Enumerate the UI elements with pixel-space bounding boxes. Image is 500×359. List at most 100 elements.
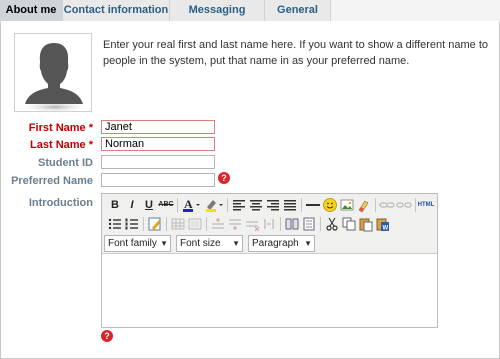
unlink-icon bbox=[396, 202, 412, 208]
align-left-icon bbox=[233, 200, 245, 211]
dropdown-arrow-icon: ▼ bbox=[304, 239, 312, 248]
format-select[interactable]: Paragraph ▼ bbox=[248, 235, 315, 252]
align-center-button[interactable] bbox=[247, 196, 265, 214]
table-button[interactable] bbox=[169, 215, 187, 233]
edit-icon bbox=[148, 217, 161, 231]
format-value: Paragraph bbox=[252, 238, 299, 249]
columns-button[interactable] bbox=[283, 215, 301, 233]
merge-cells-button[interactable] bbox=[260, 215, 278, 233]
dropdown-arrow-icon: ▼ bbox=[232, 239, 240, 248]
copy-icon bbox=[342, 217, 356, 231]
paste-word-icon: W bbox=[376, 218, 389, 232]
tab-about-me[interactable]: About me bbox=[0, 0, 63, 21]
last-name-field[interactable] bbox=[101, 137, 215, 151]
toolbar-separator bbox=[320, 217, 321, 231]
delete-row-icon bbox=[246, 221, 260, 232]
clean-up-button[interactable] bbox=[355, 196, 373, 214]
introduction-editor: B I U ABC A HTML W Font family ▼ Font si… bbox=[101, 193, 438, 328]
link-button[interactable] bbox=[378, 196, 396, 214]
preferred-name-label: Preferred Name bbox=[11, 175, 93, 187]
highlight-icon bbox=[206, 200, 223, 212]
columns-icon bbox=[285, 218, 299, 230]
required-star: * bbox=[88, 139, 93, 151]
bold-button[interactable]: B bbox=[106, 196, 124, 214]
text-color-button[interactable]: A bbox=[180, 196, 202, 214]
introduction-label: Introduction bbox=[28, 197, 93, 209]
tab-contact-information[interactable]: Contact information bbox=[63, 0, 170, 21]
bullet-list-icon bbox=[108, 218, 121, 230]
table-icon bbox=[171, 218, 185, 230]
student-id-field[interactable] bbox=[101, 155, 215, 169]
align-center-icon bbox=[250, 200, 262, 211]
editor-content-area[interactable] bbox=[102, 255, 437, 327]
table-props-icon bbox=[188, 218, 202, 230]
paste-word-button[interactable]: W bbox=[374, 215, 392, 233]
merge-cells-icon bbox=[264, 219, 274, 229]
table-props-button[interactable] bbox=[186, 215, 204, 233]
toolbar-row-3: Font family ▼ Font size ▼ Paragraph ▼ bbox=[104, 234, 435, 254]
last-name-label-text: Last Name bbox=[30, 139, 86, 151]
toolbar-separator bbox=[143, 217, 144, 231]
toolbar-separator bbox=[177, 198, 178, 212]
align-justify-button[interactable] bbox=[281, 196, 299, 214]
preferred-name-field[interactable] bbox=[101, 173, 215, 187]
bullet-list-button[interactable] bbox=[106, 215, 124, 233]
required-star: * bbox=[88, 122, 93, 134]
dropdown-arrow-icon: ▼ bbox=[160, 239, 168, 248]
align-right-button[interactable] bbox=[264, 196, 282, 214]
toolbar-row-1: B I U ABC A HTML bbox=[104, 196, 435, 216]
paste-button[interactable] bbox=[357, 215, 375, 233]
row-after-button[interactable] bbox=[226, 215, 244, 233]
toolbar-separator bbox=[206, 217, 207, 231]
highlight-color-button[interactable] bbox=[203, 196, 225, 214]
profile-picture[interactable] bbox=[14, 33, 92, 113]
toolbar-separator bbox=[280, 217, 281, 231]
smiley-icon bbox=[323, 198, 337, 212]
font-family-select[interactable]: Font family ▼ bbox=[104, 235, 171, 252]
underline-button[interactable]: U bbox=[140, 196, 158, 214]
font-size-value: Font size bbox=[180, 238, 221, 249]
insert-image-button[interactable] bbox=[338, 196, 356, 214]
italic-button[interactable]: I bbox=[123, 196, 141, 214]
tab-bar-filler bbox=[331, 0, 500, 21]
row-after-icon bbox=[229, 219, 241, 230]
align-justify-icon bbox=[284, 200, 296, 211]
copy-button[interactable] bbox=[340, 215, 358, 233]
student-id-label: Student ID bbox=[38, 157, 93, 169]
font-size-select[interactable]: Font size ▼ bbox=[176, 235, 243, 252]
strikethrough-button[interactable]: ABC bbox=[157, 196, 175, 214]
image-icon bbox=[340, 199, 354, 211]
first-name-label: First Name * bbox=[0, 122, 93, 134]
row-before-button[interactable] bbox=[209, 215, 227, 233]
numbered-list-icon bbox=[125, 218, 138, 230]
cut-button[interactable] bbox=[323, 215, 341, 233]
html-source-button[interactable]: HTML bbox=[417, 196, 435, 214]
intro-text: Enter your real first and last name here… bbox=[103, 39, 488, 67]
horizontal-rule-button[interactable] bbox=[304, 196, 322, 214]
last-name-label: Last Name * bbox=[0, 139, 93, 151]
introduction-help-icon[interactable]: ? bbox=[101, 330, 113, 342]
toolbar-separator bbox=[375, 198, 376, 212]
svg-text:A: A bbox=[184, 197, 193, 211]
preferred-name-help-icon[interactable]: ? bbox=[218, 172, 230, 184]
toolbar-row-2: W bbox=[104, 215, 435, 235]
editor-toolbar: B I U ABC A HTML W Font family ▼ Font si… bbox=[102, 194, 437, 254]
text-color-icon: A bbox=[183, 197, 200, 212]
edit-button[interactable] bbox=[146, 215, 164, 233]
document-button[interactable] bbox=[300, 215, 318, 233]
toolbar-separator bbox=[301, 198, 302, 212]
first-name-field[interactable] bbox=[101, 120, 215, 134]
tab-messaging[interactable]: Messaging bbox=[170, 0, 265, 21]
unlink-button[interactable] bbox=[395, 196, 413, 214]
delete-row-button[interactable] bbox=[243, 215, 261, 233]
tab-general[interactable]: General bbox=[265, 0, 331, 21]
toolbar-separator bbox=[415, 198, 416, 212]
align-right-icon bbox=[267, 200, 279, 211]
paste-icon bbox=[359, 218, 373, 232]
numbered-list-button[interactable] bbox=[123, 215, 141, 233]
align-left-button[interactable] bbox=[230, 196, 248, 214]
row-before-icon bbox=[212, 218, 224, 229]
user-silhouette-icon bbox=[19, 43, 91, 113]
emoticon-button[interactable] bbox=[321, 196, 339, 214]
scissors-icon bbox=[326, 217, 338, 231]
